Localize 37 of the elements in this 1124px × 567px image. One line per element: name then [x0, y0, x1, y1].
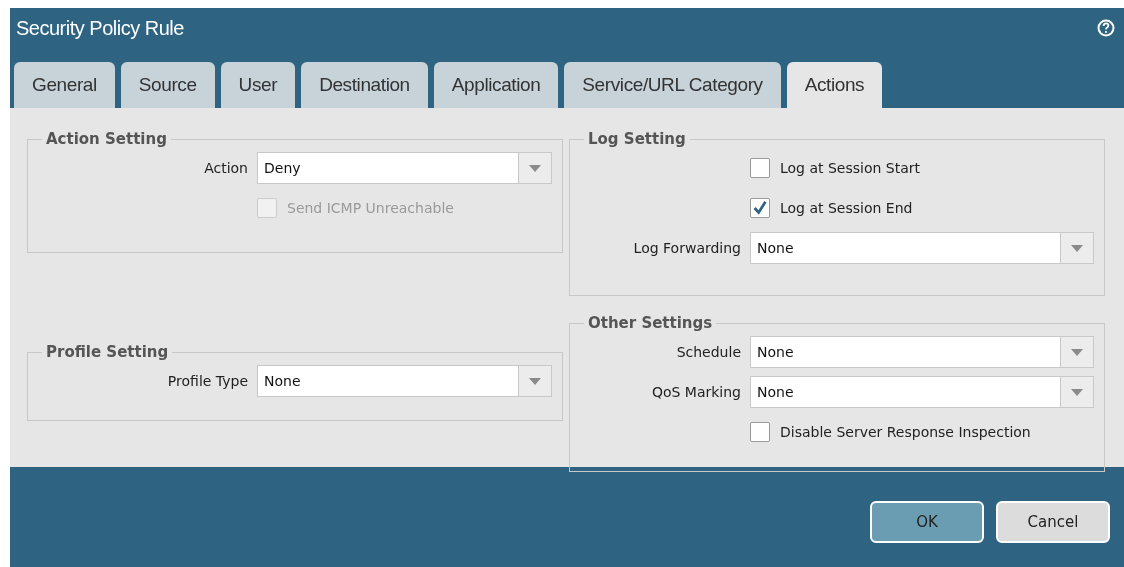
ok-button[interactable]: OK [870, 501, 984, 543]
caret-icon [529, 377, 541, 385]
checkbox[interactable] [750, 422, 770, 442]
dropdown[interactable]: None [750, 232, 1094, 264]
checkbox-label: Log at Session End [780, 200, 913, 216]
group-title: Other Settings [587, 314, 714, 332]
field-label: Action [204, 160, 248, 176]
checkbox-label: Send ICMP Unreachable [287, 200, 454, 216]
group-title: Log Setting [587, 130, 687, 148]
field-label: Profile Type [167, 373, 248, 389]
checkbox[interactable] [750, 198, 770, 218]
caret-icon [1071, 348, 1083, 356]
checkbox[interactable] [750, 158, 770, 178]
tab[interactable]: General [14, 62, 115, 108]
help-icon[interactable] [1096, 18, 1116, 38]
caret-icon [1071, 388, 1083, 396]
window-title: Security Policy Rule [16, 16, 184, 40]
checkbox-label: Log at Session Start [780, 160, 921, 176]
tab[interactable]: Source [120, 62, 215, 108]
field-label: Log Forwarding [633, 240, 741, 256]
dropdown[interactable]: None [257, 365, 552, 397]
cancel-button[interactable]: Cancel [996, 501, 1110, 543]
dropdown[interactable]: None [750, 336, 1094, 368]
tab[interactable]: User [220, 62, 296, 108]
group-title: Profile Setting [45, 343, 170, 361]
tab[interactable]: Application [433, 62, 559, 108]
field-label: QoS Marking [651, 384, 741, 400]
field-label: Schedule [676, 344, 741, 360]
dropdown[interactable]: Deny [257, 152, 552, 184]
tab[interactable]: Service/URL Category [564, 62, 781, 108]
checkbox-label: Disable Server Response Inspection [780, 424, 1031, 440]
tab[interactable]: Destination [301, 62, 428, 108]
tab[interactable]: Actions [786, 62, 883, 108]
group-title: Action Setting [45, 130, 168, 148]
caret-icon [1071, 244, 1083, 252]
caret-icon [529, 164, 541, 172]
dropdown[interactable]: None [750, 376, 1094, 408]
